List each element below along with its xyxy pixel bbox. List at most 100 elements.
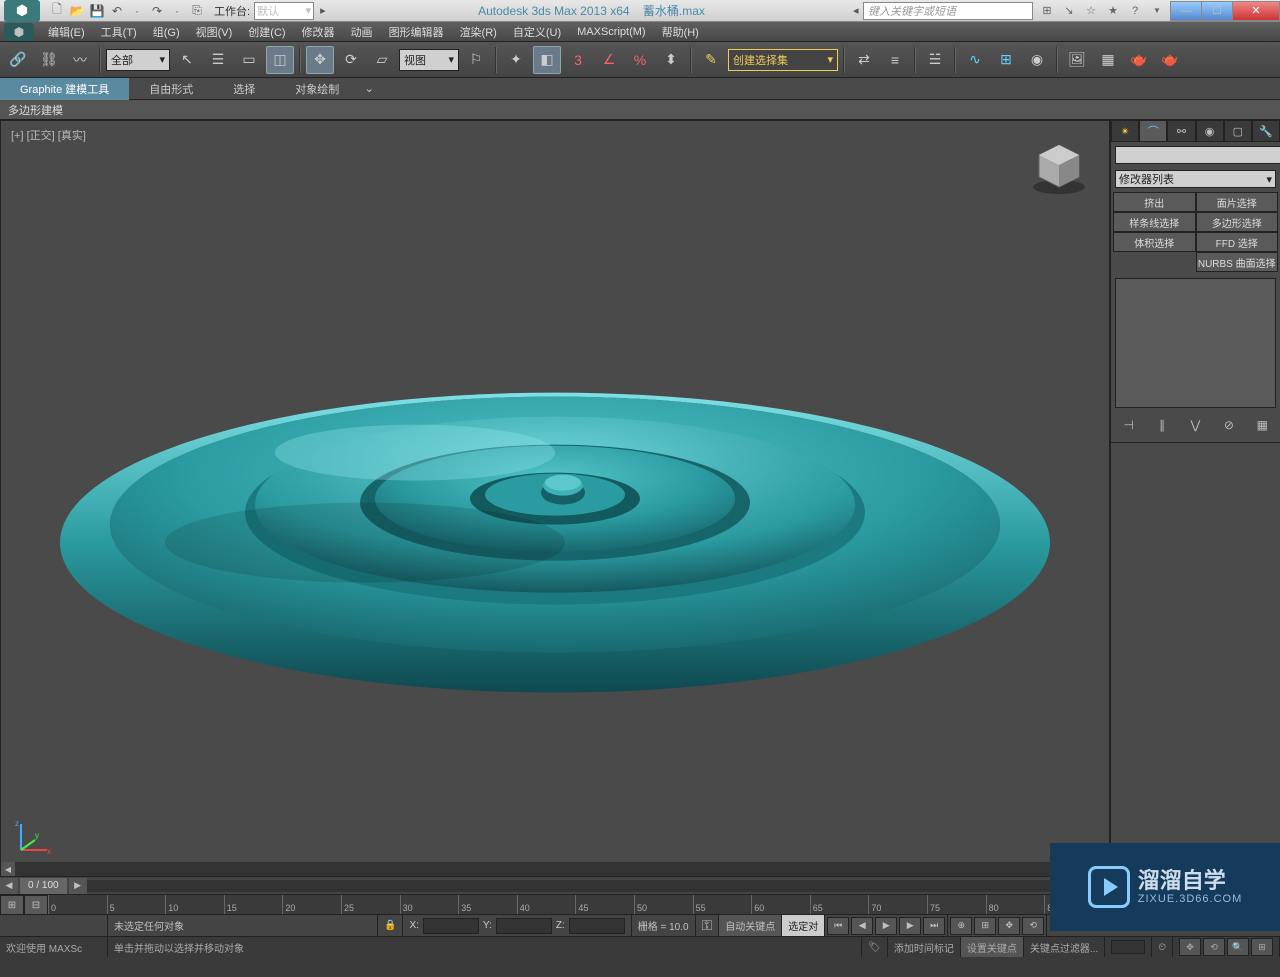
trackbar-btn2[interactable]: ⊟ [24, 895, 48, 915]
grid-icon[interactable]: ⊞ [1039, 3, 1055, 19]
z-input[interactable] [569, 918, 625, 934]
layers-icon[interactable]: ☱ [921, 46, 949, 74]
menu-modifiers[interactable]: 修改器 [294, 24, 343, 40]
menu-help[interactable]: 帮助(H) [654, 24, 707, 40]
star-icon[interactable]: ★ [1105, 3, 1121, 19]
arrow-icon[interactable]: ↘ [1061, 3, 1077, 19]
display-tab-icon[interactable]: ▢ [1224, 120, 1252, 142]
mod-splineselect[interactable]: 样条线选择 [1113, 212, 1196, 232]
create-tab-icon[interactable]: ✴ [1111, 120, 1139, 142]
configure-icon[interactable]: ▦ [1252, 416, 1272, 434]
maxscript-mini[interactable] [0, 915, 108, 936]
remove-mod-icon[interactable]: ⊘ [1219, 416, 1239, 434]
mirror-icon[interactable]: ⇄ [850, 46, 878, 74]
named-selection-dropdown[interactable]: 创建选择集▾ [728, 49, 838, 71]
align-icon[interactable]: ≡ [881, 46, 909, 74]
menu-rendering[interactable]: 渲染(R) [452, 24, 505, 40]
prev-key-icon[interactable]: ◀ [851, 917, 873, 935]
viewport-label[interactable]: [+] [正交] [真实] [11, 127, 86, 143]
scale-icon[interactable]: ▱ [368, 46, 396, 74]
curve-editor-icon[interactable]: ∿ [961, 46, 989, 74]
snap-toggle-icon[interactable]: ◧ [533, 46, 561, 74]
nav-1-icon[interactable]: ⊕ [950, 917, 972, 935]
render-prod-icon[interactable]: 🫖 [1156, 46, 1184, 74]
percent-snap-icon[interactable]: % [626, 46, 654, 74]
hierarchy-tab-icon[interactable]: ⚯ [1167, 120, 1195, 142]
x-input[interactable] [423, 918, 479, 934]
dropdown-icon[interactable]: ▼ [1149, 3, 1165, 19]
tab-objectpaint[interactable]: 对象绘制 [275, 78, 359, 100]
spinner-snap-icon[interactable]: ⬍ [657, 46, 685, 74]
modify-tab-icon[interactable]: ⌒ [1139, 120, 1167, 142]
prev-frame-icon[interactable]: ◀ [0, 878, 18, 894]
scroll-left-icon[interactable]: ◀ [1, 862, 15, 876]
utilities-tab-icon[interactable]: 🔧 [1252, 120, 1280, 142]
angle-snap-icon[interactable]: ∠ [595, 46, 623, 74]
next-frame-icon[interactable]: ▶ [69, 878, 87, 894]
pin-stack-icon[interactable]: ⊣ [1119, 416, 1139, 434]
render-icon[interactable]: 🫖 [1125, 46, 1153, 74]
menu-create[interactable]: 创建(C) [240, 24, 293, 40]
search-input[interactable]: 键入关键字或短语 [863, 2, 1033, 20]
bind-icon[interactable]: 〰 [66, 46, 94, 74]
redo-icon[interactable]: ↷ [148, 2, 166, 20]
nav-2-icon[interactable]: ⊞ [974, 917, 996, 935]
frame-input[interactable] [1111, 940, 1145, 954]
y-input[interactable] [496, 918, 552, 934]
play-icon[interactable]: ▶ [875, 917, 897, 935]
mod-volselect[interactable]: 体积选择 [1113, 232, 1196, 252]
mod-faceselect[interactable]: 面片选择 [1196, 192, 1279, 212]
render-frame-icon[interactable]: ▦ [1094, 46, 1122, 74]
rollout-area[interactable] [1111, 442, 1280, 877]
manipulate-icon[interactable]: ✦ [502, 46, 530, 74]
add-time-tag[interactable]: 添加时间标记 [888, 937, 961, 957]
viewcube[interactable] [1029, 137, 1089, 197]
rotate-icon[interactable]: ⟳ [337, 46, 365, 74]
menu-tools[interactable]: 工具(T) [93, 24, 145, 40]
menu-views[interactable]: 视图(V) [188, 24, 241, 40]
move-icon[interactable]: ✥ [306, 46, 334, 74]
mod-ffdselect[interactable]: FFD 选择 [1196, 232, 1279, 252]
new-icon[interactable]: 🗋 [48, 2, 66, 20]
snap3-icon[interactable]: 3 [564, 46, 592, 74]
viewport[interactable]: [+] [正交] [真实] [0, 120, 1110, 877]
motion-tab-icon[interactable]: ◉ [1196, 120, 1224, 142]
mod-nurbs[interactable]: NURBS 曲面选择 [1196, 252, 1279, 272]
nav-4-icon[interactable]: ⟲ [1022, 917, 1044, 935]
frame-indicator[interactable]: 0 / 100 [20, 878, 67, 894]
window-crossing-icon[interactable]: ◫ [266, 46, 294, 74]
tab-selection[interactable]: 选择 [213, 78, 275, 100]
undo-icon[interactable]: ↶ [108, 2, 126, 20]
link-icon[interactable]: 🔗 [4, 46, 32, 74]
modifier-stack[interactable] [1115, 278, 1276, 408]
close-button[interactable]: ✕ [1232, 1, 1280, 21]
app-menu-icon[interactable]: ⬢ [4, 0, 40, 22]
unique-icon[interactable]: ⋁ [1185, 416, 1205, 434]
modifier-list-dropdown[interactable]: 修改器列表▾ [1115, 170, 1276, 188]
goto-end-icon[interactable]: ⏭ [923, 917, 945, 935]
open-icon[interactable]: 📂 [68, 2, 86, 20]
show-end-icon[interactable]: ∥ [1152, 416, 1172, 434]
selection-filter-dropdown[interactable]: 全部▾ [106, 49, 170, 71]
favorite-icon[interactable]: ☆ [1083, 3, 1099, 19]
menu-maxscript[interactable]: MAXScript(M) [569, 26, 653, 38]
help-icon[interactable]: ? [1127, 3, 1143, 19]
time-config-icon[interactable]: ⏲ [1152, 937, 1173, 957]
save-icon[interactable]: 💾 [88, 2, 106, 20]
render-setup-icon[interactable]: 🖼 [1063, 46, 1091, 74]
unlink-icon[interactable]: ⛓ [35, 46, 63, 74]
tag-icon[interactable]: 🏷 [862, 937, 888, 957]
edit-named-sel-icon[interactable]: ✎ [697, 46, 725, 74]
schematic-icon[interactable]: ⊞ [992, 46, 1020, 74]
key-icon[interactable]: ⚿ [696, 915, 720, 936]
tab-freeform[interactable]: 自由形式 [129, 78, 213, 100]
select-name-icon[interactable]: ☰ [204, 46, 232, 74]
vnav-3-icon[interactable]: 🔍 [1227, 938, 1249, 956]
select-icon[interactable]: ↖ [173, 46, 201, 74]
ribbon-expand-icon[interactable]: ⌄ [359, 82, 379, 95]
setkey-button[interactable]: 设置关键点 [961, 937, 1024, 957]
material-editor-icon[interactable]: ◉ [1023, 46, 1051, 74]
menu-animation[interactable]: 动画 [343, 24, 381, 40]
menu-customize[interactable]: 自定义(U) [505, 24, 569, 40]
rect-select-icon[interactable]: ▭ [235, 46, 263, 74]
